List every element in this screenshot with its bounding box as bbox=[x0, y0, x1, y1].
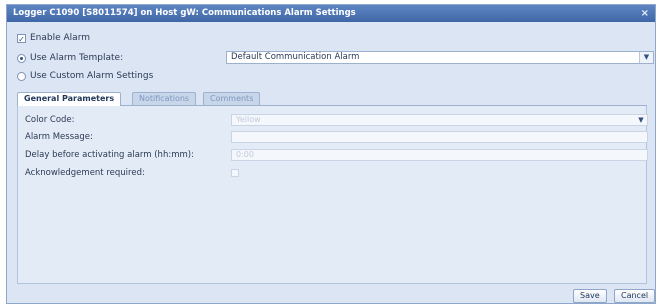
dialog-titlebar: Logger C1090 [S8011574] on Host gW: Comm… bbox=[7, 5, 655, 22]
color-code-value: Yellow bbox=[236, 115, 261, 124]
enable-alarm-label: Enable Alarm bbox=[30, 33, 90, 43]
alarm-message-label: Alarm Message: bbox=[25, 132, 93, 142]
close-icon[interactable]: × bbox=[641, 5, 649, 22]
alarm-template-value: Default Communication Alarm bbox=[231, 52, 360, 62]
save-button[interactable]: Save bbox=[573, 289, 607, 303]
tab-general-parameters[interactable]: General Parameters bbox=[17, 92, 122, 106]
use-template-radio[interactable] bbox=[17, 53, 26, 63]
chevron-down-icon[interactable]: ▼ bbox=[639, 52, 653, 63]
color-code-select[interactable]: Yellow ▼ bbox=[231, 114, 648, 126]
tab-notifications[interactable]: Notifications bbox=[132, 92, 197, 105]
tab-bar: General Parameters Notifications Comment… bbox=[17, 92, 647, 106]
use-custom-label: Use Custom Alarm Settings bbox=[30, 71, 154, 81]
enable-alarm-checkbox[interactable]: ✓ bbox=[17, 33, 26, 44]
color-code-label: Color Code: bbox=[25, 115, 75, 125]
tab-comments[interactable]: Comments bbox=[203, 92, 261, 105]
use-custom-row[interactable]: Use Custom Alarm Settings bbox=[17, 71, 153, 81]
alarm-message-field[interactable] bbox=[231, 131, 648, 143]
alarm-settings-dialog: Logger C1090 [S8011574] on Host gW: Comm… bbox=[6, 4, 656, 304]
delay-field[interactable]: 0:00 bbox=[231, 149, 648, 161]
use-template-row[interactable]: Use Alarm Template: bbox=[17, 53, 123, 63]
dialog-title: Logger C1090 [S8011574] on Host gW: Comm… bbox=[13, 8, 356, 18]
alarm-template-select[interactable]: Default Communication Alarm ▼ bbox=[226, 51, 654, 64]
cancel-button[interactable]: Cancel bbox=[614, 289, 656, 303]
acknowledgement-checkbox[interactable] bbox=[231, 169, 239, 177]
acknowledgement-label: Acknowledgement required: bbox=[25, 168, 145, 178]
enable-alarm-row[interactable]: ✓ Enable Alarm bbox=[17, 33, 90, 44]
general-parameters-panel: Color Code: Yellow ▼ Alarm Message: Dela… bbox=[17, 106, 648, 284]
use-template-label: Use Alarm Template: bbox=[30, 53, 124, 63]
use-custom-radio[interactable] bbox=[17, 71, 26, 81]
delay-label: Delay before activating alarm (hh:mm): bbox=[25, 150, 194, 160]
chevron-down-icon[interactable]: ▼ bbox=[635, 115, 647, 125]
